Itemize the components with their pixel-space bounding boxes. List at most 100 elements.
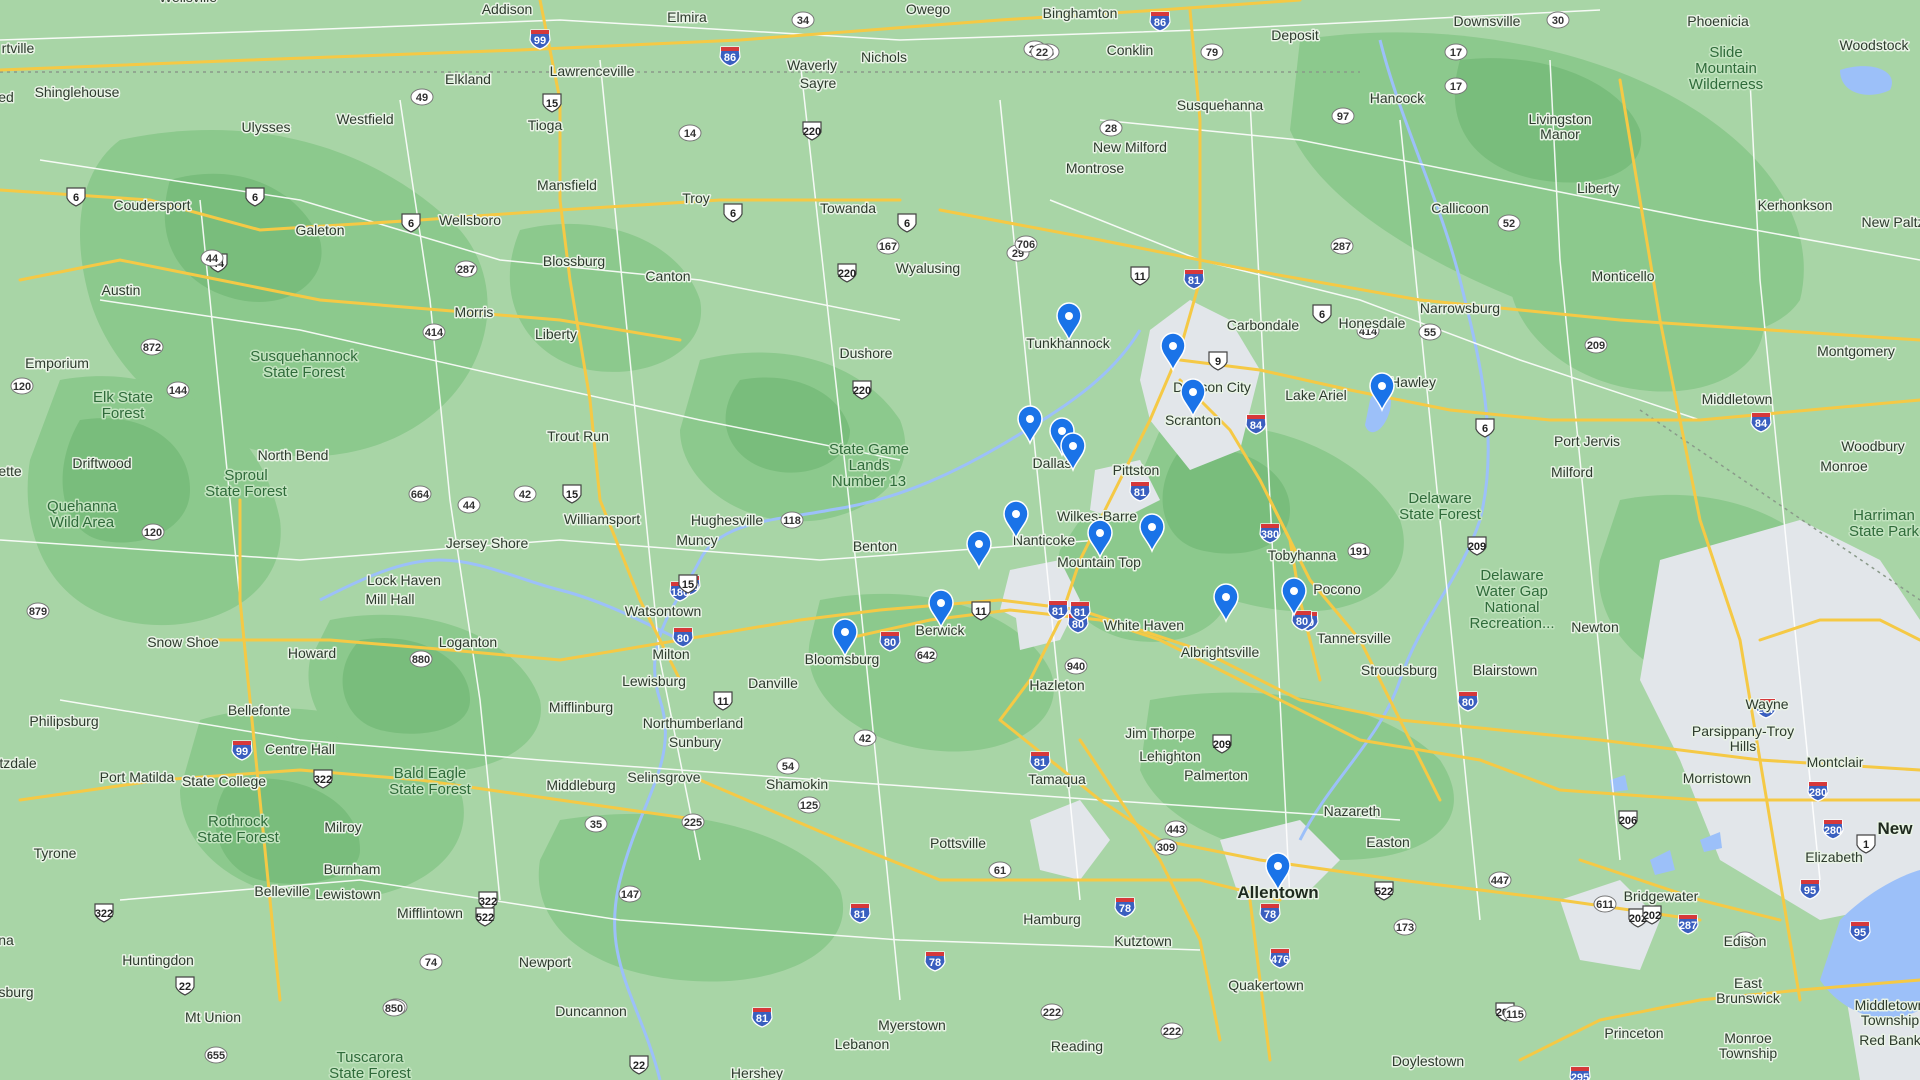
town-label-woodstock: Woodstock xyxy=(1840,37,1910,53)
state-shield: 14 xyxy=(678,124,702,142)
state-route-number: 118 xyxy=(783,515,801,527)
town-label-trout-run: Trout Run xyxy=(547,428,609,444)
town-label-lewistown: Lewistown xyxy=(315,886,380,902)
map-pin-dot xyxy=(1069,442,1077,450)
state-route-number: 54 xyxy=(782,761,795,773)
state-shield: 54 xyxy=(776,757,800,775)
town-label-mifflinburg: Mifflinburg xyxy=(549,699,613,715)
state-route-number: 17 xyxy=(1450,81,1462,93)
interstate-number: 280 xyxy=(1824,825,1842,837)
town-label-easton: Easton xyxy=(1366,834,1410,850)
town-label-lewisburg: Lewisburg xyxy=(622,673,686,689)
town-label-mill-hall: Mill Hall xyxy=(366,591,415,607)
us-shield: 206 xyxy=(1618,810,1638,830)
state-shield: 287 xyxy=(454,260,478,278)
state-shield: 144 xyxy=(166,381,190,399)
town-label-middletown-nj: Middletown Township xyxy=(1855,997,1920,1028)
state-shield: 97 xyxy=(1331,107,1355,125)
state-route-number: 611 xyxy=(1596,899,1614,911)
state-route-number: 287 xyxy=(1333,241,1351,253)
town-label-pottsville: Pottsville xyxy=(930,835,986,851)
town-label-lock-haven: Lock Haven xyxy=(367,572,441,588)
town-label-downsville: Downsville xyxy=(1454,13,1521,29)
map-pin-dot xyxy=(975,540,983,548)
state-route-number: 880 xyxy=(412,654,430,666)
state-route-number: 44 xyxy=(206,253,219,265)
map-pin-dot xyxy=(1065,312,1073,320)
us-route-number: 15 xyxy=(566,489,578,501)
park-label-elk-state-forest: Elk State Forest xyxy=(93,389,153,422)
interstate-number: 280 xyxy=(1809,787,1827,799)
state-shield: 940 xyxy=(1064,657,1088,675)
us-route-number: 6 xyxy=(73,192,79,204)
town-label-palmerton: Palmerton xyxy=(1184,767,1248,783)
state-route-number: 222 xyxy=(1163,1026,1181,1038)
town-label-blairstown: Blairstown xyxy=(1473,662,1538,678)
town-label-nichols: Nichols xyxy=(861,49,907,65)
state-route-number: 79 xyxy=(1206,47,1218,59)
state-shield: 74 xyxy=(419,953,443,971)
interstate-shield: 476 xyxy=(1269,948,1291,969)
town-label-lebanon: Lebanon xyxy=(835,1036,890,1052)
us-route-number: 322 xyxy=(314,774,332,786)
state-route-number: 167 xyxy=(879,241,897,253)
town-label-doylestown: Doylestown xyxy=(1392,1053,1464,1069)
town-label-elmira: Elmira xyxy=(667,9,707,25)
us-route-number: 6 xyxy=(408,218,414,230)
interstate-number: 95 xyxy=(1804,885,1816,897)
us-shield: 522 xyxy=(1374,881,1394,901)
interstate-number: 80 xyxy=(884,637,896,649)
town-label-conklin: Conklin xyxy=(1107,42,1154,58)
town-label-hancock: Hancock xyxy=(1370,90,1425,106)
state-shield: 35 xyxy=(584,815,608,833)
town-label-centre-hall: Centre Hall xyxy=(265,741,335,757)
town-label-kerhonkson: Kerhonkson xyxy=(1758,197,1833,213)
town-label-bridgewater: Bridgewater xyxy=(1624,888,1699,904)
park-label-delaware-sf: Delaware State Forest xyxy=(1399,490,1482,523)
state-shield: 173 xyxy=(1393,918,1417,936)
town-label-morristown: Morristown xyxy=(1683,770,1751,786)
town-label-na: na xyxy=(0,932,14,948)
town-label-lawrenceville: Lawrenceville xyxy=(550,63,635,79)
state-route-number: 42 xyxy=(519,489,531,501)
town-label-port-jervis: Port Jervis xyxy=(1554,433,1620,449)
state-shield: 850 xyxy=(382,999,406,1017)
town-label-stroudsburg: Stroudsburg xyxy=(1361,662,1437,678)
state-route-number: 17 xyxy=(1450,47,1462,59)
interstate-number: 78 xyxy=(929,957,941,969)
interstate-number: 84 xyxy=(1250,420,1263,432)
state-shield: 287 xyxy=(1330,237,1354,255)
state-shield: 44 xyxy=(200,249,224,267)
state-shield: 225 xyxy=(681,813,705,831)
town-label-newport: Newport xyxy=(519,954,571,970)
town-label-owego: Owego xyxy=(906,1,951,17)
state-route-number: 287 xyxy=(457,264,475,276)
state-shield: 125 xyxy=(797,796,821,814)
town-label-milroy: Milroy xyxy=(324,819,361,835)
state-route-number: 49 xyxy=(416,92,428,104)
town-label-troy: Troy xyxy=(682,190,709,206)
park-label-susquehannock: Susquehannock State Forest xyxy=(250,348,358,381)
state-shield: 28 xyxy=(1099,119,1123,137)
town-label-ed: ed xyxy=(0,89,14,105)
town-label-northumberland: Northumberland xyxy=(643,715,743,731)
state-shield: 115 xyxy=(1503,1005,1527,1023)
town-label-benton: Benton xyxy=(853,538,897,554)
town-label-selinsgrove: Selinsgrove xyxy=(627,769,700,785)
interstate-number: 84 xyxy=(1755,418,1768,430)
town-label-reading: Reading xyxy=(1051,1038,1103,1054)
town-label-lake-ariel: Lake Ariel xyxy=(1285,387,1346,403)
town-label-monticello: Monticello xyxy=(1591,268,1654,284)
map-canvas[interactable]: 9986861801808080808081818181848438081809… xyxy=(0,0,1920,1080)
state-shield: 879 xyxy=(26,602,50,620)
town-label-howard: Howard xyxy=(288,645,336,661)
state-shield: 52 xyxy=(1497,214,1521,232)
interstate-number: 81 xyxy=(1188,275,1200,287)
town-label-shamokin: Shamokin xyxy=(766,776,828,792)
us-route-number: 322 xyxy=(479,896,497,908)
interstate-number: 81 xyxy=(756,1013,768,1025)
map-pin-dot xyxy=(1274,862,1282,870)
state-shield: 642 xyxy=(914,646,938,664)
town-label-wayne: Wayne xyxy=(1745,696,1788,712)
town-label-hamburg: Hamburg xyxy=(1023,911,1081,927)
